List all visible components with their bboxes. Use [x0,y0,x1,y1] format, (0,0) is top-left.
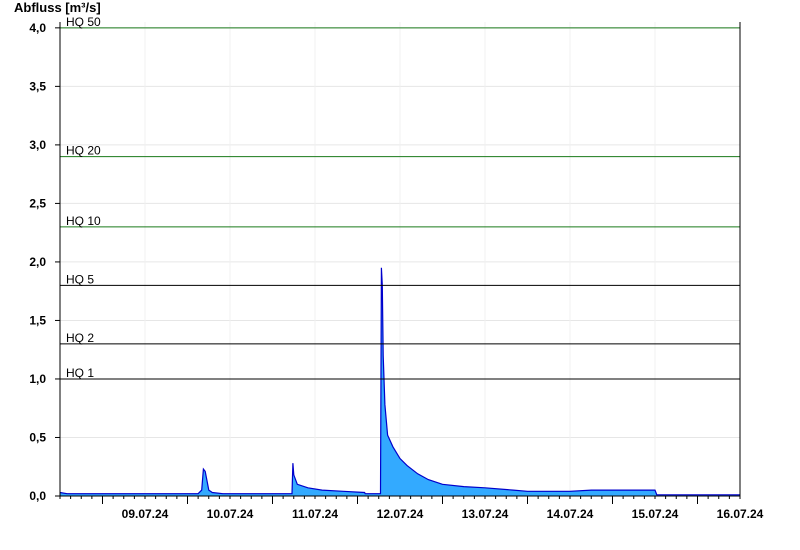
y-tick-label: 1,5 [29,313,46,327]
threshold-label: HQ 10 [66,214,101,228]
y-tick-label: 0,0 [29,489,46,503]
x-tick-label: 10.07.24 [207,507,254,521]
threshold-label: HQ 2 [66,331,94,345]
y-tick-label: 2,0 [29,255,46,269]
x-tick-label: 14.07.24 [547,507,594,521]
discharge-chart: Abfluss [m³/s] HQ 50 HQ 20 HQ 10 HQ 5 HQ 2 HQ… [0,0,800,550]
threshold-label: HQ 20 [66,144,101,158]
x-tick-label: 15.07.24 [632,507,679,521]
x-tick-label: 16.07.24 [717,507,764,521]
y-tick-label: 4,0 [29,21,46,35]
y-tick-label: 2,5 [29,196,46,210]
y-tick-label: 0,5 [29,430,46,444]
threshold-label: HQ 5 [66,272,94,286]
threshold-label: HQ 50 [66,15,101,29]
y-tick-label: 3,0 [29,138,46,152]
x-tick-label: 13.07.24 [462,507,509,521]
x-tick-label: 11.07.24 [292,507,338,521]
y-tick-label: 1,0 [29,372,46,386]
threshold-label: HQ 1 [66,366,94,380]
y-axis-label: Abfluss [m³/s] [14,0,101,15]
x-tick-label: 09.07.24 [122,507,169,521]
y-tick-label: 3,5 [29,79,46,93]
x-tick-label: 12.07.24 [377,507,424,521]
